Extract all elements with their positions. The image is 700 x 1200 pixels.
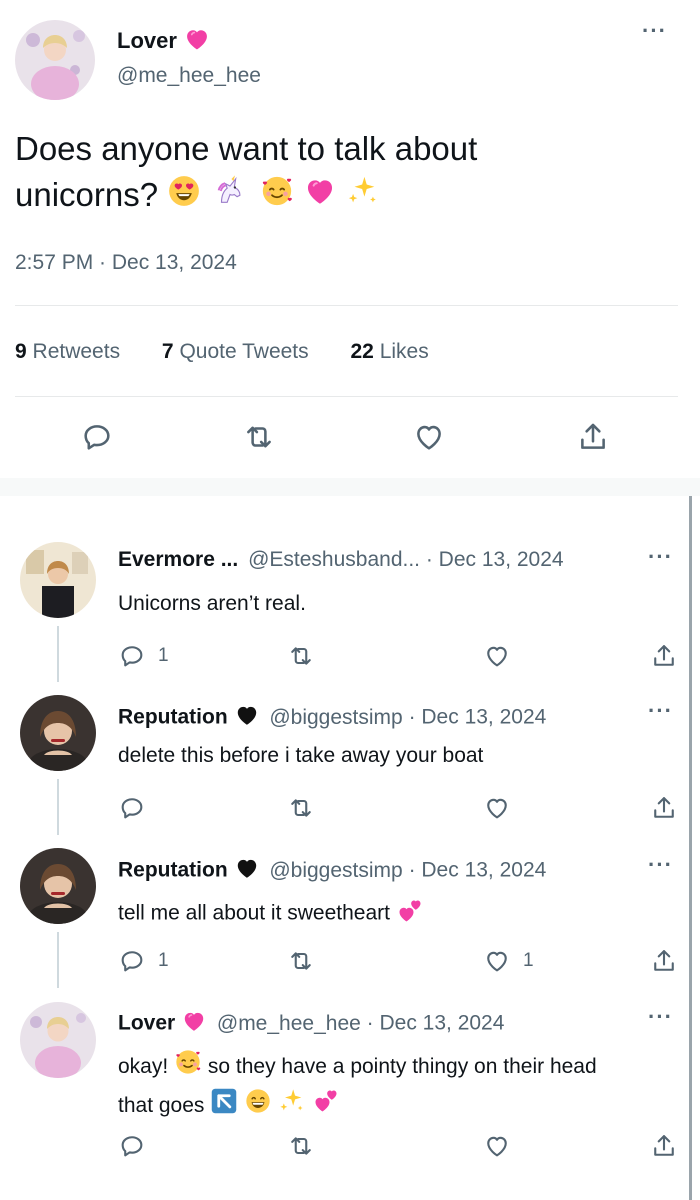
retweet-icon[interactable] [287,794,315,822]
two-hearts-icon [312,1087,340,1126]
likes-count: 22 [350,340,374,363]
pink-heart-icon [303,174,337,220]
retweets-label: Retweets [32,340,121,363]
share-icon[interactable] [576,420,610,454]
reply-icon[interactable] [118,1132,146,1160]
unicorn-icon [210,174,250,220]
main-tweet-handle[interactable]: @me_hee_hee [117,64,261,88]
reply-text-line2-start: that goes [118,1094,205,1118]
grinning-face-icon [244,1087,272,1126]
reply-text-content: tell me all about it sweetheart [118,901,390,925]
reply-handle[interactable]: @biggestsimp [269,859,402,882]
black-heart-icon [234,855,260,887]
retweets-count: 9 [15,340,27,363]
thread-line [57,626,59,682]
thread-line [57,779,59,835]
reply-header: Reputation @biggestsimp · Dec 13, 2024 [118,702,546,734]
smiling-heart-eyes-icon [167,174,201,220]
more-dots-icon[interactable]: ··· [648,546,673,568]
quotes-stat[interactable]: 7 Quote Tweets [162,340,309,363]
share-icon[interactable] [650,947,678,975]
two-hearts-icon [396,897,424,931]
section-separator [0,478,700,496]
reply-count: 1 [158,645,169,666]
sparkles-icon [346,174,380,220]
tweet-stats: 9 Retweets 7 Quote Tweets 22 Likes [15,340,429,364]
thread-line [57,932,59,988]
reply-icon[interactable] [118,642,146,670]
heart-icon[interactable] [483,794,511,822]
retweets-stat[interactable]: 9 Retweets [15,340,120,363]
black-heart-icon [234,702,260,734]
reply-handle[interactable]: @me_hee_hee [217,1012,361,1035]
quotes-count: 7 [161,340,174,363]
scrollbar[interactable] [689,496,692,1200]
like-count: 1 [523,950,534,971]
reply-handle[interactable]: @biggestsimp [269,706,402,729]
divider [15,396,678,397]
reply-header: Reputation @biggestsimp · Dec 13, 2024 [118,855,546,887]
reply-date[interactable]: · Dec 13, 2024 [409,706,547,729]
reply-header: Lover @me_hee_hee · Dec 13, 2024 [118,1008,504,1040]
reply-text: Unicorns aren’t real. [118,592,306,615]
reply-display-name[interactable]: Lover [118,1012,175,1035]
share-icon[interactable] [650,1132,678,1160]
reply-handle[interactable]: @Esteshusband... [248,548,420,571]
reply-text-line1: okay! so they have a pointy thingy on th… [118,1048,683,1087]
main-tweet-text-line1: Does anyone want to talk about [15,130,478,167]
main-tweet-text: Does anyone want to talk about unicorns? [15,126,675,220]
reply-text: tell me all about it sweetheart [118,897,424,931]
reply-text-line2: that goes [118,1087,683,1126]
reply-count: 1 [158,950,169,971]
reply-date[interactable]: · Dec 13, 2024 [367,1012,505,1035]
main-tweet-text-line2: unicorns? [15,172,675,220]
quotes-label: Quote Tweets [179,340,309,363]
share-icon[interactable] [650,642,678,670]
reply-display-name[interactable]: Reputation [118,859,228,882]
more-dots-icon[interactable]: ··· [642,20,667,42]
reply-date[interactable]: · Dec 13, 2024 [409,859,547,882]
main-tweet-avatar[interactable] [15,20,95,100]
up-left-arrow-icon [210,1087,238,1126]
smiling-face-hearts-icon [174,1048,202,1087]
heart-icon[interactable] [483,947,511,975]
retweet-icon[interactable] [287,947,315,975]
heart-icon[interactable] [412,420,446,454]
smiling-face-hearts-icon [260,174,294,220]
pink-heart-icon [183,25,211,58]
reply-avatar[interactable] [20,848,96,924]
more-dots-icon[interactable]: ··· [648,700,673,722]
heart-icon[interactable] [483,642,511,670]
retweet-icon[interactable] [242,420,276,454]
share-icon[interactable] [650,794,678,822]
reply-text: delete this before i take away your boat [118,744,484,767]
reply-text: okay! so they have a pointy thingy on th… [118,1048,683,1126]
retweet-icon[interactable] [287,642,315,670]
reply-display-name[interactable]: Evermore ... [118,548,238,571]
sparkles-icon [278,1087,306,1126]
reply-avatar[interactable] [20,542,96,618]
main-tweet-text-line2-word: unicorns? [15,176,159,213]
reply-display-name[interactable]: Reputation [118,706,228,729]
more-dots-icon[interactable]: ··· [648,1006,673,1028]
reply-text-line1-rest: so they have a pointy thingy on their he… [207,1055,597,1079]
reply-icon[interactable] [118,794,146,822]
main-tweet-display-name[interactable]: Lover [117,28,177,54]
pink-heart-icon [181,1008,207,1040]
reply-avatar[interactable] [20,695,96,771]
likes-label: Likes [379,340,429,363]
reply-icon[interactable] [80,420,114,454]
reply-header: Evermore ... @Esteshusband... · Dec 13, … [118,548,564,572]
reply-text-line1-start: okay! [118,1055,169,1079]
reply-date[interactable]: · Dec 13, 2024 [426,548,564,571]
main-tweet-timestamp[interactable]: 2:57 PM · Dec 13, 2024 [15,251,237,275]
likes-stat[interactable]: 22 Likes [351,340,429,363]
reply-avatar[interactable] [20,1002,96,1078]
divider [15,305,678,306]
more-dots-icon[interactable]: ··· [648,854,673,876]
heart-icon[interactable] [483,1132,511,1160]
reply-icon[interactable] [118,947,146,975]
retweet-icon[interactable] [287,1132,315,1160]
